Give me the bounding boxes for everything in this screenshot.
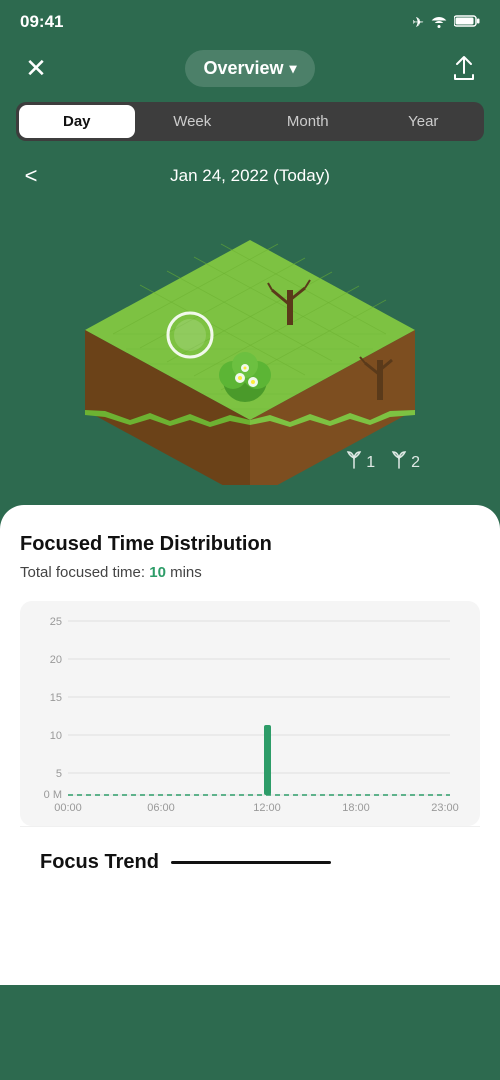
current-date-label: Jan 24, 2022 (Today) [66,166,434,186]
date-navigation: < Jan 24, 2022 (Today) [0,157,500,205]
svg-text:06:00: 06:00 [147,802,175,813]
svg-text:15: 15 [50,692,62,704]
svg-text:00:00: 00:00 [54,802,82,813]
chart-wrapper: 25 20 15 10 5 0 M 00:0 [20,601,480,826]
alive-plant-icon [346,450,362,475]
period-week-button[interactable]: Week [135,105,251,138]
chart-title: Focused Time Distribution [20,533,480,556]
trend-line-decoration [171,861,331,864]
status-time: 09:41 [20,12,63,32]
svg-text:5: 5 [56,768,62,780]
overview-dropdown[interactable]: Overview ▾ [185,50,314,87]
share-icon [452,55,476,81]
svg-text:18:00: 18:00 [342,802,370,813]
svg-text:12:00: 12:00 [253,802,281,813]
period-month-button[interactable]: Month [250,105,366,138]
close-button[interactable]: ✕ [16,48,56,88]
alive-plant-count: 1 [346,450,375,475]
status-bar: 09:41 ✈ [0,0,500,40]
svg-text:20: 20 [50,654,62,666]
svg-text:25: 25 [50,616,62,628]
focus-trend-section: Focus Trend [20,826,480,890]
svg-text:10: 10 [50,730,62,742]
plant-counter: 1 2 [346,450,420,475]
alive-count-label: 1 [366,454,375,472]
period-selector: Day Week Month Year [16,102,484,141]
wifi-icon [430,14,448,31]
status-icons: ✈ [412,14,480,31]
dead-plant-count: 2 [391,450,420,475]
garden-svg [60,225,440,485]
dead-count-label: 2 [411,454,420,472]
prev-date-button[interactable]: < [16,163,46,189]
period-day-button[interactable]: Day [19,105,135,138]
nav-title: Overview [203,58,283,79]
svg-text:0 M: 0 M [44,789,62,801]
white-section: Focused Time Distribution Total focused … [0,505,500,985]
time-chart: 25 20 15 10 5 0 M 00:0 [28,613,472,813]
focus-trend-label: Focus Trend [40,851,159,874]
airplane-icon: ✈ [412,14,424,31]
chart-card: Focused Time Distribution Total focused … [20,533,480,826]
isometric-scene: 1 2 [60,225,440,485]
svg-text:23:00: 23:00 [431,802,459,813]
period-year-button[interactable]: Year [366,105,482,138]
close-icon: ✕ [25,53,47,84]
focus-trend-title: Focus Trend [40,851,460,874]
chevron-down-icon: ▾ [290,60,297,77]
focused-time-prefix: Total focused time: [20,564,149,581]
dead-plant-icon [391,450,407,475]
focused-time-suffix: mins [166,564,202,581]
share-button[interactable] [444,48,484,88]
focused-time-text: Total focused time: 10 mins [20,564,480,581]
focused-time-value: 10 [149,564,166,581]
battery-icon [454,14,480,31]
garden-container: 1 2 [0,205,500,505]
nav-bar: ✕ Overview ▾ [0,40,500,102]
